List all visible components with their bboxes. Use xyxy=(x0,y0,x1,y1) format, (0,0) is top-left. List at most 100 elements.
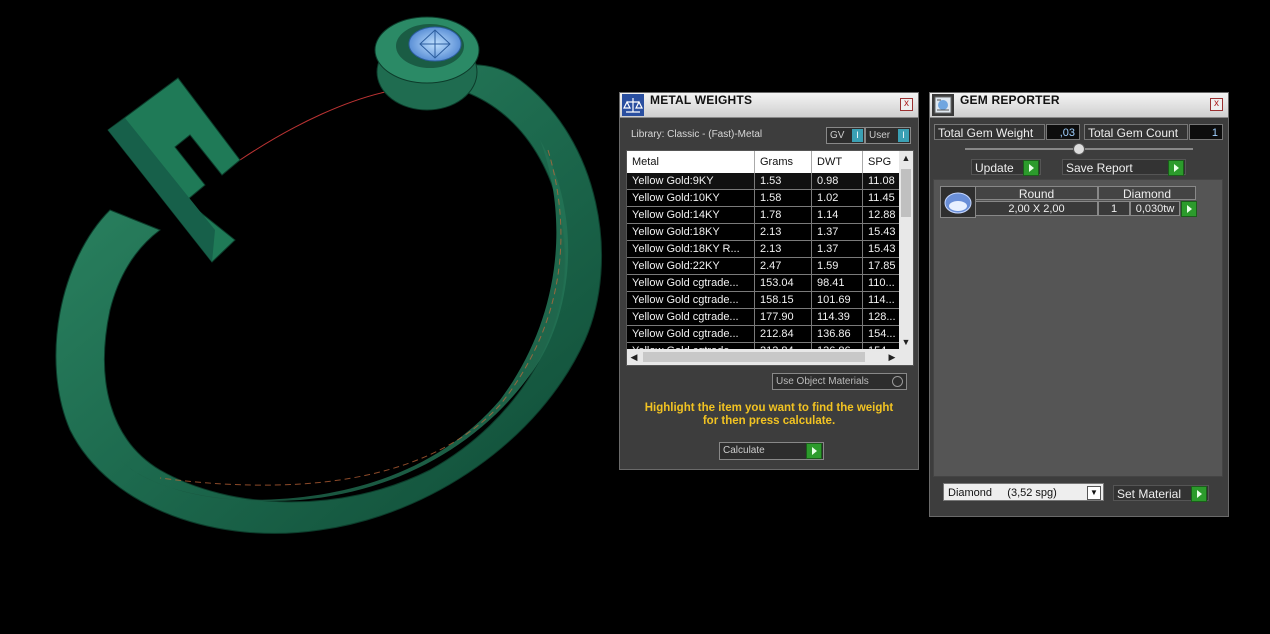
cell-grams: 1.53 xyxy=(755,173,812,189)
metal-weights-title: METAL WEIGHTS xyxy=(650,93,753,107)
scroll-right-icon[interactable]: ▶ xyxy=(885,349,899,365)
metal-weights-titlebar[interactable]: METAL WEIGHTS x xyxy=(620,93,918,118)
gem-reporter-title: GEM REPORTER xyxy=(960,93,1060,107)
cell-spg: 15.43 xyxy=(863,241,903,257)
material-value: Diamond (3,52 spg) xyxy=(948,487,1057,499)
cell-grams: 1.78 xyxy=(755,207,812,223)
gem-slider[interactable] xyxy=(965,143,1193,155)
table-row[interactable]: Yellow Gold:18KY 2.13 1.37 15.43 xyxy=(627,224,903,241)
total-gem-count-label: Total Gem Count xyxy=(1084,124,1188,140)
cell-grams: 2.13 xyxy=(755,224,812,240)
go-arrow-icon[interactable] xyxy=(806,443,822,459)
cell-dwt: 136.86 xyxy=(812,326,863,342)
col-grams[interactable]: Grams xyxy=(755,151,812,173)
col-metal[interactable]: Metal xyxy=(627,151,755,173)
total-gem-weight-label: Total Gem Weight xyxy=(934,124,1045,140)
total-gem-weight-value: ,03 xyxy=(1046,124,1080,140)
user-checkbox[interactable]: I xyxy=(898,129,909,142)
table-row[interactable]: Yellow Gold:18KY R... 2.13 1.37 15.43 xyxy=(627,241,903,258)
table-row[interactable]: Yellow Gold:9KY 1.53 0.98 11.08 xyxy=(627,173,903,190)
cell-spg: 15.43 xyxy=(863,224,903,240)
update-button[interactable]: Update xyxy=(971,159,1041,176)
cell-grams: 2.47 xyxy=(755,258,812,274)
cell-dwt: 1.14 xyxy=(812,207,863,223)
user-label: User xyxy=(869,130,891,141)
hscroll-thumb[interactable] xyxy=(643,352,865,362)
horizontal-scrollbar[interactable]: ◀ ▶ xyxy=(627,349,913,365)
gv-toggle[interactable]: GV I xyxy=(826,127,865,144)
round-gem-icon xyxy=(940,186,976,218)
scroll-thumb[interactable] xyxy=(901,169,911,217)
scroll-left-icon[interactable]: ◀ xyxy=(627,349,641,365)
table-row[interactable]: Yellow Gold:10KY 1.58 1.02 11.45 xyxy=(627,190,903,207)
metal-weights-panel: METAL WEIGHTS x Library: Classic - (Fast… xyxy=(619,92,919,470)
set-material-button[interactable]: Set Material xyxy=(1113,485,1209,502)
chevron-down-icon[interactable]: ▼ xyxy=(1087,486,1101,500)
report-icon xyxy=(932,94,954,116)
instruction-line-1: Highlight the item you want to find the … xyxy=(644,402,894,414)
cell-grams: 158.15 xyxy=(755,292,812,308)
set-material-label: Set Material xyxy=(1117,487,1182,501)
user-toggle[interactable]: User I xyxy=(865,127,911,144)
col-dwt[interactable]: DWT xyxy=(812,151,863,173)
material-select[interactable]: Diamond (3,52 spg) ▼ xyxy=(943,483,1104,501)
close-icon[interactable]: x xyxy=(900,98,913,111)
cell-grams: 212.84 xyxy=(755,326,812,342)
table-row[interactable]: Yellow Gold:22KY 2.47 1.59 17.85 xyxy=(627,258,903,275)
instruction-line-2: for then press calculate. xyxy=(702,415,836,427)
cell-metal: Yellow Gold cgtrade... xyxy=(627,292,755,308)
cell-metal: Yellow Gold cgtrade... xyxy=(627,309,755,325)
slider-knob[interactable] xyxy=(1073,143,1085,155)
go-arrow-icon[interactable] xyxy=(1168,160,1184,176)
use-object-materials-option[interactable]: Use Object Materials xyxy=(772,373,907,390)
cell-metal: Yellow Gold cgtrade... xyxy=(627,326,755,342)
table-row[interactable]: Yellow Gold cgtrade... 153.04 98.41 110... xyxy=(627,275,903,292)
cell-metal: Yellow Gold:14KY xyxy=(627,207,755,223)
cell-dwt: 1.59 xyxy=(812,258,863,274)
calculate-button[interactable]: Calculate xyxy=(719,442,824,460)
balance-scale-icon xyxy=(622,94,644,116)
cell-grams: 153.04 xyxy=(755,275,812,291)
vertical-scrollbar[interactable]: ▲ ▼ xyxy=(899,151,913,349)
gem-size: 2,00 X 2,00 xyxy=(975,201,1098,216)
cell-dwt: 0.98 xyxy=(812,173,863,189)
update-label: Update xyxy=(975,161,1014,175)
cell-metal: Yellow Gold:22KY xyxy=(627,258,755,274)
col-spg[interactable]: SPG xyxy=(863,151,903,173)
go-arrow-icon[interactable] xyxy=(1023,160,1039,176)
cell-dwt: 98.41 xyxy=(812,275,863,291)
gem-reporter-titlebar[interactable]: GEM REPORTER x xyxy=(930,93,1228,118)
cell-spg: 154... xyxy=(863,326,903,342)
cell-spg: 11.08 xyxy=(863,173,903,189)
cell-grams: 1.58 xyxy=(755,190,812,206)
gem-list[interactable]: Round Diamond 2,00 X 2,00 1 0,030tw xyxy=(933,179,1223,477)
gv-checkbox[interactable]: I xyxy=(852,129,863,142)
ring-model-render xyxy=(55,16,602,534)
3d-viewport[interactable] xyxy=(0,0,615,631)
go-arrow-icon[interactable] xyxy=(1181,201,1197,217)
go-arrow-icon[interactable] xyxy=(1191,486,1207,502)
close-icon[interactable]: x xyxy=(1210,98,1223,111)
radio-icon[interactable] xyxy=(892,376,903,387)
table-row[interactable]: Yellow Gold:14KY 1.78 1.14 12.88 xyxy=(627,207,903,224)
cell-spg: 17.85 xyxy=(863,258,903,274)
table-row[interactable]: Yellow Gold cgtrade...212.84136.86154... xyxy=(627,326,903,343)
table-row[interactable]: Yellow Gold cgtrade... 177.90 114.39 128... xyxy=(627,309,903,326)
instruction-text: Highlight the item you want to find the … xyxy=(630,402,908,428)
table-header: Metal Grams DWT SPG xyxy=(627,151,903,173)
cell-metal: Yellow Gold cgtrade... xyxy=(627,275,755,291)
cell-metal: Yellow Gold:10KY xyxy=(627,190,755,206)
gem-shape-header: Round xyxy=(975,186,1098,201)
cell-dwt: 101.69 xyxy=(812,292,863,308)
save-report-label: Save Report xyxy=(1066,161,1133,175)
cell-dwt: 114.39 xyxy=(812,309,863,325)
scroll-up-icon[interactable]: ▲ xyxy=(899,151,913,165)
table-row[interactable]: Yellow Gold cgtrade... 158.15 101.69 114... xyxy=(627,292,903,309)
cell-metal: Yellow Gold:18KY xyxy=(627,224,755,240)
metal-table[interactable]: Metal Grams DWT SPG Yellow Gold:9KY 1.53 0… xyxy=(626,150,914,366)
gem-reporter-panel: GEM REPORTER x Total Gem Weight ,03 Tota… xyxy=(929,92,1229,517)
scroll-down-icon[interactable]: ▼ xyxy=(899,335,913,349)
save-report-button[interactable]: Save Report xyxy=(1062,159,1186,176)
gv-label: GV xyxy=(830,130,845,141)
cell-spg: 11.45 xyxy=(863,190,903,206)
